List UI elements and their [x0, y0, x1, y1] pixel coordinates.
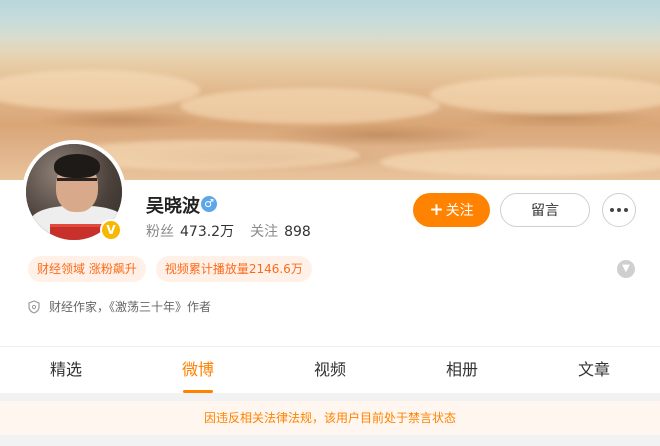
verified-badge-icon: V — [100, 219, 122, 241]
tab-album[interactable]: 相册 — [396, 347, 528, 393]
fans-value: 473.2万 — [180, 224, 235, 240]
plus-icon: + — [429, 199, 444, 220]
follow-label: 关注 — [445, 203, 474, 219]
tab-featured[interactable]: 精选 — [0, 347, 132, 393]
shield-icon — [28, 299, 40, 314]
ban-notice: 因违反相关法律法规，该用户目前处于禁言状态 — [0, 401, 660, 435]
more-button[interactable] — [602, 193, 636, 227]
profile-tabs: 精选 微博 视频 相册 文章 — [0, 347, 660, 393]
tab-video[interactable]: 视频 — [264, 347, 396, 393]
tab-articles[interactable]: 文章 — [528, 347, 660, 393]
following-label: 关注 — [250, 224, 279, 240]
profile-name: 吴晓波 — [146, 196, 200, 217]
following-count[interactable]: 关注 898 — [250, 221, 311, 241]
description-text: 财经作家，《激荡三十年》作者 — [49, 300, 212, 314]
profile-tags: 财经领域 涨粉飙升 视频累计播放量2146.6万 — [28, 256, 312, 282]
tag-trending[interactable]: 财经领域 涨粉飙升 — [28, 256, 146, 282]
male-icon: ♂ — [201, 196, 217, 212]
profile-description: 财经作家，《激荡三十年》作者 — [27, 298, 211, 315]
chevron-down-icon[interactable]: ▼ — [617, 260, 635, 278]
follow-button[interactable]: + 关注 — [413, 193, 490, 227]
fans-label: 粉丝 — [146, 224, 174, 240]
fans-count[interactable]: 粉丝 473.2万 — [146, 221, 234, 241]
more-icon — [610, 208, 614, 212]
tag-video-plays[interactable]: 视频累计播放量2146.6万 — [155, 256, 312, 282]
profile-stats: 粉丝 473.2万 关注 898 — [146, 221, 311, 241]
section-gap — [0, 393, 660, 401]
message-button[interactable]: 留言 — [500, 193, 590, 227]
tab-weibo[interactable]: 微博 — [132, 347, 264, 393]
following-value: 898 — [284, 224, 311, 240]
section-gap-bottom — [0, 435, 660, 446]
